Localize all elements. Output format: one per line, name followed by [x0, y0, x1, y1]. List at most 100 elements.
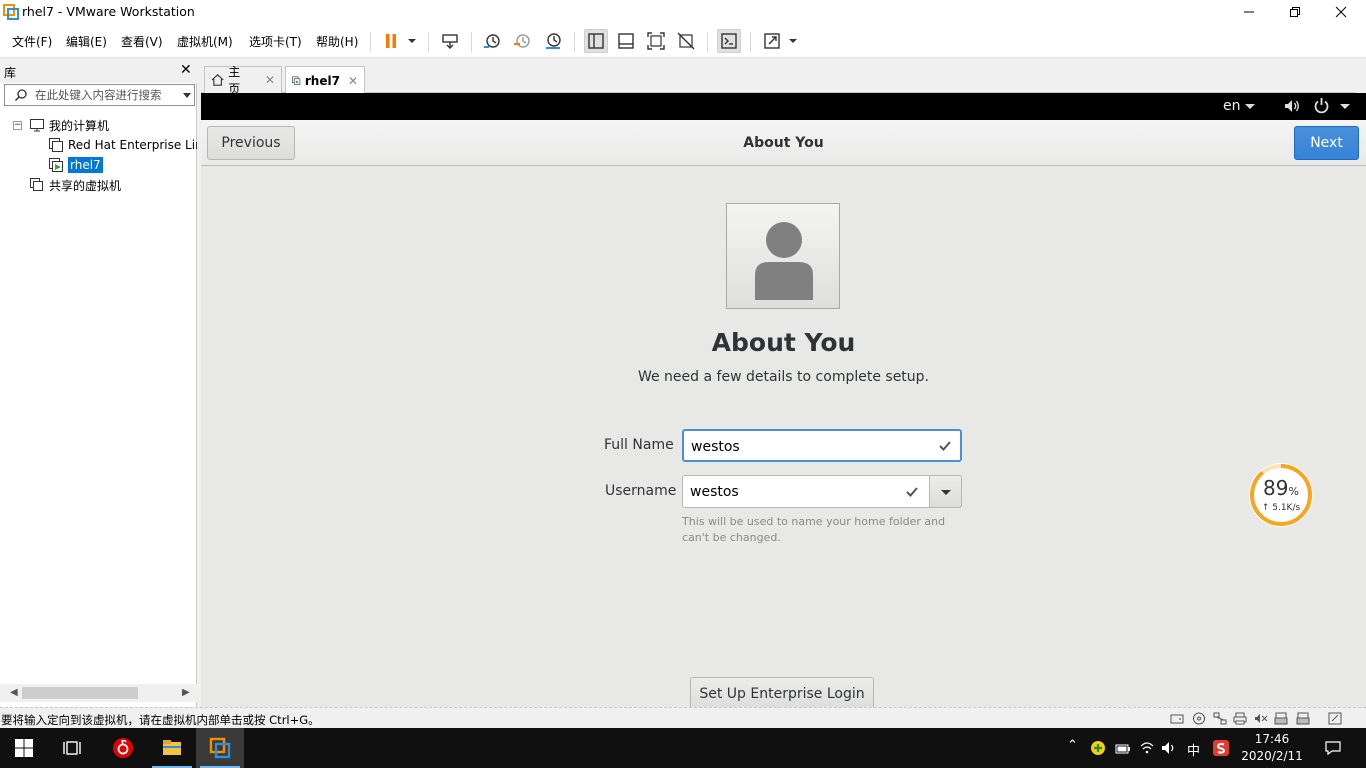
full-name-field[interactable]: [682, 429, 962, 462]
power-icon[interactable]: [1313, 97, 1330, 114]
tab-strip-scroll-stub: [1356, 60, 1366, 94]
network-adapter-icon[interactable]: [1213, 712, 1227, 725]
close-window-button[interactable]: [1318, 0, 1364, 24]
printer-icon[interactable]: [1233, 712, 1247, 725]
library-header: 库 ✕: [0, 59, 197, 83]
vm-icon: [49, 138, 63, 152]
minimize-button[interactable]: [1226, 0, 1272, 24]
page-heading: About You: [711, 328, 856, 357]
enterprise-login-button[interactable]: Set Up Enterprise Login: [690, 677, 874, 707]
pause-button[interactable]: [379, 29, 403, 53]
message-log-icon[interactable]: [1328, 712, 1342, 725]
scroll-left-arrow[interactable]: ◀: [10, 687, 18, 698]
pause-dropdown-caret[interactable]: [408, 39, 416, 43]
library-search-input[interactable]: [35, 87, 175, 103]
vm-display[interactable]: en Previous About You Next About You We …: [201, 93, 1366, 707]
sound-card-icon[interactable]: [1254, 712, 1268, 725]
network-speed-gauge[interactable]: 89% ↑ 5.1K/s: [1247, 461, 1315, 529]
menu-help[interactable]: 帮助(H): [316, 33, 358, 50]
username-dropdown-button[interactable]: [929, 475, 962, 508]
360-security-icon[interactable]: [1090, 740, 1106, 756]
tree-collapse-toggle[interactable]: −: [13, 121, 22, 130]
wifi-icon[interactable]: [1139, 740, 1155, 756]
hard-disk-icon[interactable]: [1170, 712, 1184, 725]
snapshot-manager-icon: [546, 33, 561, 49]
thumbnail-bar-button[interactable]: [614, 29, 638, 53]
username-field[interactable]: [682, 475, 930, 508]
task-view-button[interactable]: [48, 728, 96, 768]
unity-button[interactable]: [674, 29, 698, 53]
start-button[interactable]: [0, 728, 48, 768]
netease-music-icon: [113, 738, 133, 758]
tab-close-button[interactable]: ✕: [348, 74, 358, 88]
cd-dvd-icon[interactable]: [1192, 712, 1206, 725]
library-search-box[interactable]: [4, 84, 195, 106]
menu-edit[interactable]: 编辑(E): [66, 33, 107, 50]
tab-strip: 主页 ✕ rhel7 ✕: [201, 59, 1366, 96]
avatar-button[interactable]: [726, 203, 840, 309]
sogou-input-icon[interactable]: [1213, 740, 1229, 756]
guest-language-indicator[interactable]: en: [1223, 98, 1241, 114]
show-library-button[interactable]: [584, 29, 608, 53]
full-name-input[interactable]: [691, 437, 921, 456]
toolbar-separator: [707, 32, 708, 52]
tree-item-shared-vms[interactable]: 共享的虚拟机: [29, 175, 121, 195]
search-dropdown-caret[interactable]: [183, 93, 191, 98]
thumbnail-bar-icon: [618, 33, 634, 49]
taskbar-vmware[interactable]: [196, 728, 244, 768]
minimize-icon: [1244, 11, 1254, 13]
speaker-icon[interactable]: [1161, 740, 1177, 756]
notification-center-icon[interactable]: [1325, 740, 1341, 756]
library-horizontal-scrollbar[interactable]: ◀ ▶: [0, 684, 197, 702]
tab-home[interactable]: 主页 ✕: [204, 65, 282, 96]
toolbar-separator: [750, 32, 751, 52]
check-icon: [939, 441, 951, 451]
revert-snapshot-button[interactable]: [510, 29, 534, 53]
toolbar-separator: [370, 32, 371, 52]
stretch-guest-button[interactable]: [760, 29, 784, 53]
volume-icon[interactable]: [1284, 98, 1300, 114]
username-input[interactable]: [690, 482, 920, 501]
tab-rhel7[interactable]: rhel7 ✕: [285, 66, 365, 94]
usb-device-icon[interactable]: [1274, 712, 1288, 725]
library-close-button[interactable]: ✕: [180, 62, 192, 78]
library-tree: − 我的计算机 Red Hat Enterprise Linux rhel7 共…: [0, 115, 197, 675]
language-caret-icon[interactable]: [1245, 104, 1255, 109]
battery-icon[interactable]: [1115, 740, 1131, 756]
show-library-icon: [588, 33, 604, 49]
power-caret-icon[interactable]: [1340, 104, 1350, 109]
tree-item-vm-rhel7[interactable]: rhel7: [48, 155, 103, 175]
full-screen-button[interactable]: [644, 29, 668, 53]
full-name-label: Full Name: [604, 437, 674, 453]
menu-view[interactable]: 查看(V): [121, 33, 163, 50]
tab-close-button[interactable]: ✕: [265, 73, 275, 87]
taskbar-netease-music[interactable]: [99, 728, 147, 768]
computer-icon: [30, 119, 44, 132]
restore-icon: [1290, 7, 1300, 17]
menu-vm[interactable]: 虚拟机(M): [177, 33, 233, 50]
restore-button[interactable]: [1272, 0, 1318, 24]
library-title: 库: [4, 66, 17, 80]
menu-file[interactable]: 文件(F): [12, 33, 52, 50]
toolbar-separator: [574, 32, 575, 52]
stretch-guest-icon: [764, 33, 780, 49]
show-hidden-icons-button[interactable]: ⌃: [1067, 738, 1078, 753]
next-button[interactable]: Next: [1294, 126, 1359, 160]
usb-device-icon[interactable]: [1296, 712, 1310, 725]
toolbar-separator: [471, 32, 472, 52]
snapshot-take-icon: [484, 34, 500, 48]
scroll-right-arrow[interactable]: ▶: [182, 687, 190, 698]
taskbar-file-explorer[interactable]: [148, 728, 196, 768]
ime-indicator[interactable]: 中: [1187, 740, 1200, 759]
taskbar-clock[interactable]: 17:46 2020/2/11: [1240, 731, 1304, 765]
menu-tabs[interactable]: 选项卡(T): [249, 33, 302, 50]
check-icon: [906, 487, 918, 497]
tree-item-my-computer[interactable]: 我的计算机: [29, 115, 109, 135]
tree-item-vm-redhat[interactable]: Red Hat Enterprise Linux: [48, 135, 197, 155]
send-ctrl-alt-del-button[interactable]: [438, 29, 462, 53]
snapshot-manager-button[interactable]: [541, 29, 565, 53]
take-snapshot-button[interactable]: [480, 29, 504, 53]
stretch-dropdown-caret[interactable]: [789, 39, 797, 43]
scroll-thumb[interactable]: [22, 687, 138, 699]
console-view-button[interactable]: [717, 29, 741, 53]
